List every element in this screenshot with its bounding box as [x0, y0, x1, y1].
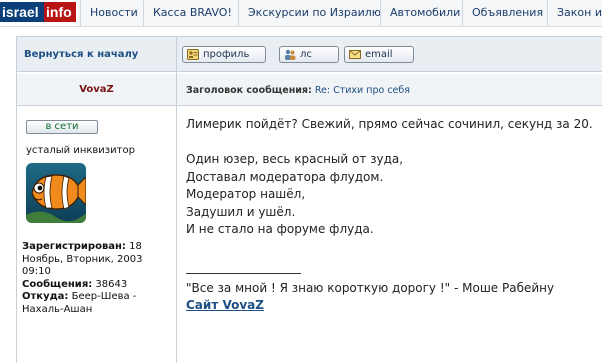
- poem-line: Модератор нашёл,: [186, 187, 306, 201]
- private-message-label: лс: [300, 49, 312, 60]
- location-row: Откуда: Беер-Шева - Нахаль-Ашан: [22, 291, 174, 316]
- forum-post: Вернуться к началу профиль лс email Vova…: [16, 36, 602, 363]
- registered-label: Зарегистрирован:: [22, 241, 126, 252]
- post-intro-line: Лимерик пойдёт? Свежий, прямо сейчас соч…: [186, 117, 593, 131]
- post-subject: Заголовок сообщения: Re: Стихи про себя: [186, 85, 410, 96]
- column-divider: [176, 37, 177, 363]
- back-to-top-link[interactable]: Вернуться к началу: [24, 49, 138, 60]
- avatar: [26, 163, 86, 223]
- profile-icon: [187, 49, 199, 60]
- nav-item-kassa-bravo[interactable]: Касса BRAVO!: [143, 0, 241, 26]
- envelope-icon: [349, 50, 361, 59]
- signature-divider: [186, 273, 301, 274]
- post-body: Лимерик пойдёт? Свежий, прямо сейчас соч…: [186, 116, 596, 239]
- nav-item-law[interactable]: Закон и: [547, 0, 602, 26]
- registered-row: Зарегистрирован: 18 Ноябрь, Вторник, 200…: [22, 241, 174, 279]
- site-logo[interactable]: israel info: [0, 0, 78, 26]
- messages-label: Сообщения:: [22, 278, 93, 290]
- logo-text-part1: israel: [0, 2, 44, 22]
- poem-line: Доставал модератора флудом.: [186, 169, 384, 184]
- user-stats: Зарегистрирован: 18 Ноябрь, Вторник, 200…: [22, 241, 174, 316]
- top-nav: israel info Новости Касса BRAVO! Экскурс…: [0, 0, 602, 27]
- nav-item-classifieds[interactable]: Объявления: [462, 0, 552, 26]
- post-author[interactable]: VovaZ: [17, 84, 176, 95]
- poem-line: Один юзер, весь красный от зуда,: [186, 152, 404, 166]
- email-button[interactable]: email: [344, 46, 414, 63]
- user-rank: усталый инквизитор: [26, 145, 135, 156]
- signature-quote: "Все за мной ! Я знаю короткую дорогу !"…: [186, 281, 555, 295]
- subject-value: Re: Стихи про себя: [314, 85, 410, 96]
- poem-line: И не стало на форуме флуда.: [186, 222, 374, 236]
- messages-value: 38643: [95, 278, 128, 290]
- nav-item-excursions[interactable]: Экскурсии по Израилю: [238, 0, 390, 26]
- nav-item-news[interactable]: Новости: [80, 0, 147, 26]
- email-button-label: email: [365, 49, 393, 60]
- clownfish-avatar-image: [26, 163, 86, 223]
- logo-text-part2: info: [44, 2, 76, 22]
- nav-item-cars[interactable]: Автомобили: [380, 0, 469, 26]
- profile-button-label: профиль: [203, 49, 250, 60]
- messages-row: Сообщения: 38643: [22, 279, 174, 292]
- users-icon: [285, 49, 296, 60]
- author-website-link[interactable]: Сайт VovaZ: [186, 298, 264, 312]
- post-toolbar-row: Вернуться к началу профиль лс email: [17, 37, 602, 72]
- post-header-row: VovaZ Заголовок сообщения: Re: Стихи про…: [17, 74, 602, 106]
- subject-label: Заголовок сообщения:: [186, 85, 312, 96]
- location-label: Откуда:: [22, 291, 69, 302]
- private-message-button[interactable]: лс: [279, 46, 339, 63]
- online-status-badge: в сети: [26, 120, 98, 134]
- poem-line: Задушил и ушёл.: [186, 204, 296, 219]
- profile-button[interactable]: профиль: [182, 46, 266, 63]
